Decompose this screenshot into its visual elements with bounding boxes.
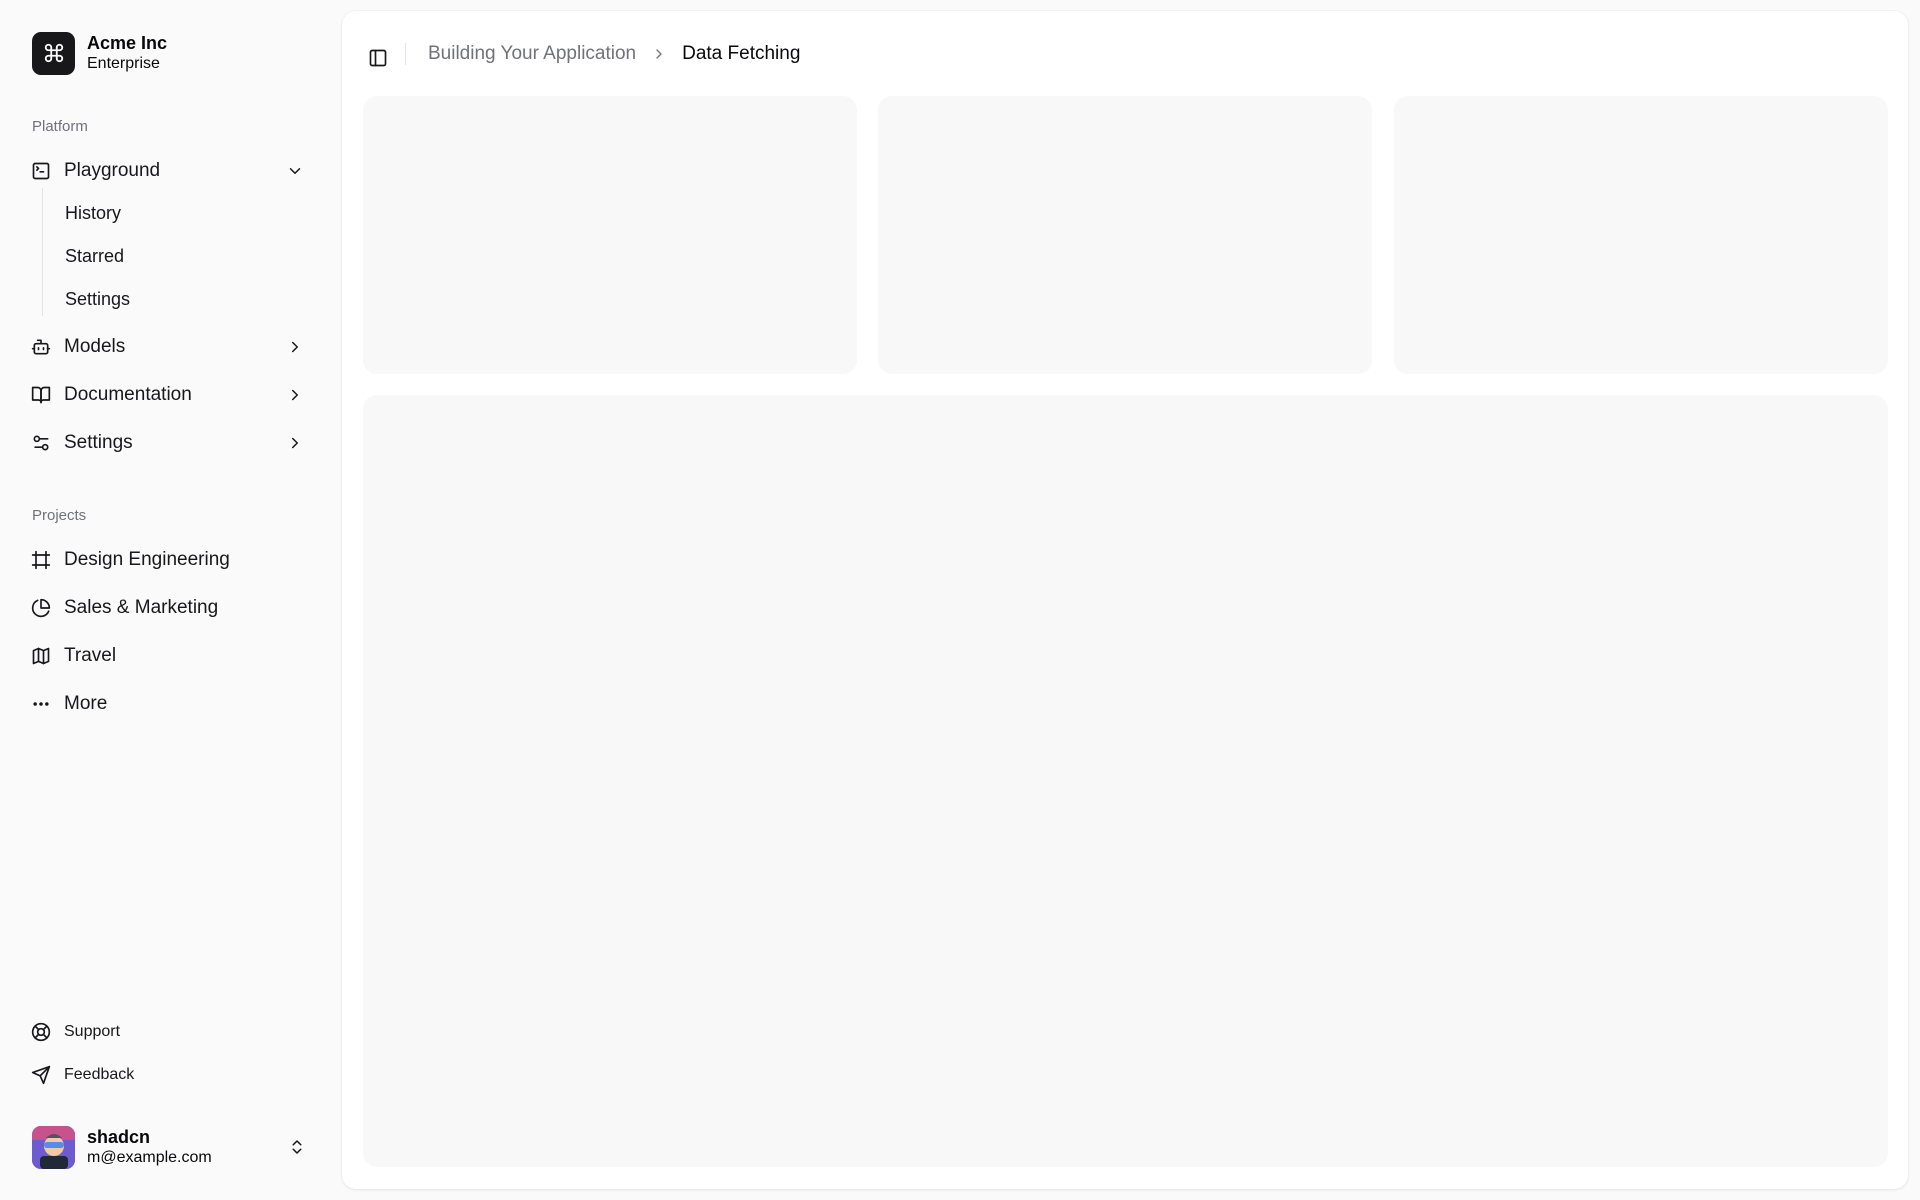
sidebar-subitem-history[interactable]: History xyxy=(54,194,304,232)
more-horizontal-icon xyxy=(30,693,52,715)
submenu-divider xyxy=(42,188,43,316)
panel-left-icon xyxy=(368,48,388,68)
sidebar-item-label: Models xyxy=(64,336,126,357)
header-divider xyxy=(405,43,406,65)
frame-icon xyxy=(30,549,52,571)
sidebar-toggle-button[interactable] xyxy=(362,42,394,74)
settings-2-icon xyxy=(30,432,52,454)
avatar xyxy=(32,1125,75,1169)
sidebar-item-label: Documentation xyxy=(64,384,192,405)
sidebar-item-label: Playground xyxy=(64,160,161,181)
terminal-square-icon xyxy=(30,160,52,182)
life-buoy-icon xyxy=(30,1021,52,1043)
sidebar-item-feedback[interactable]: Feedback xyxy=(20,1056,320,1094)
team-name: Acme Inc xyxy=(87,33,168,53)
chevron-right-icon xyxy=(284,432,306,454)
platform-group-label: Platform xyxy=(32,118,88,135)
project-item-label: Travel xyxy=(64,645,117,666)
bot-icon xyxy=(30,336,52,358)
team-switcher[interactable]: Acme Inc Enterprise xyxy=(20,22,320,84)
chevron-down-icon xyxy=(284,160,306,182)
breadcrumb-link[interactable]: Building Your Application xyxy=(428,43,636,65)
sidebar-subitem-starred[interactable]: Starred xyxy=(54,237,304,275)
project-item-label: Design Engineering xyxy=(64,549,230,570)
user-menu[interactable]: shadcn m@example.com xyxy=(20,1120,320,1174)
sidebar: Acme Inc Enterprise Platform Playground … xyxy=(0,0,340,1200)
user-name: shadcn xyxy=(87,1127,151,1147)
project-item-sales-marketing[interactable]: Sales & Marketing xyxy=(20,587,320,629)
chevron-right-icon xyxy=(284,384,306,406)
project-item-label: Sales & Marketing xyxy=(64,597,219,618)
chevron-right-icon xyxy=(284,336,306,358)
projects-group-label: Projects xyxy=(32,507,87,524)
placeholder-card xyxy=(878,96,1372,374)
chevron-right-icon xyxy=(648,43,670,65)
app-shell: Acme Inc Enterprise Platform Playground … xyxy=(0,0,1920,1200)
send-icon xyxy=(30,1064,52,1086)
sidebar-item-support[interactable]: Support xyxy=(20,1013,320,1051)
sidebar-item-label: Support xyxy=(64,1023,121,1040)
breadcrumb-current-page: Data Fetching xyxy=(682,43,801,64)
sidebar-item-settings[interactable]: Settings xyxy=(20,422,320,464)
project-item-travel[interactable]: Travel xyxy=(20,635,320,677)
team-info: Acme Inc Enterprise xyxy=(87,32,167,74)
sidebar-item-label: Feedback xyxy=(64,1066,135,1083)
sidebar-item-label: Settings xyxy=(64,432,133,453)
chevrons-up-down-icon xyxy=(286,1136,308,1158)
map-icon xyxy=(30,645,52,667)
sidebar-item-models[interactable]: Models xyxy=(20,326,320,368)
book-open-icon xyxy=(30,384,52,406)
user-info: shadcn m@example.com xyxy=(87,1126,286,1168)
command-icon xyxy=(32,31,75,75)
sidebar-item-playground[interactable]: Playground xyxy=(20,150,320,192)
pie-chart-icon xyxy=(30,597,52,619)
placeholder-card xyxy=(363,96,857,374)
project-item-label: More xyxy=(64,693,108,714)
sidebar-item-documentation[interactable]: Documentation xyxy=(20,374,320,416)
sidebar-subitem-settings[interactable]: Settings xyxy=(54,280,304,318)
project-item-more[interactable]: More xyxy=(20,683,320,725)
placeholder-panel xyxy=(363,395,1888,1167)
breadcrumb: Building Your Application Data Fetching xyxy=(428,41,800,67)
project-item-design-engineering[interactable]: Design Engineering xyxy=(20,539,320,581)
team-plan: Enterprise xyxy=(87,55,160,72)
main-content: Building Your Application Data Fetching xyxy=(342,11,1908,1189)
placeholder-card xyxy=(1394,96,1888,374)
page-header: Building Your Application Data Fetching xyxy=(342,11,1908,95)
user-email: m@example.com xyxy=(87,1149,212,1166)
